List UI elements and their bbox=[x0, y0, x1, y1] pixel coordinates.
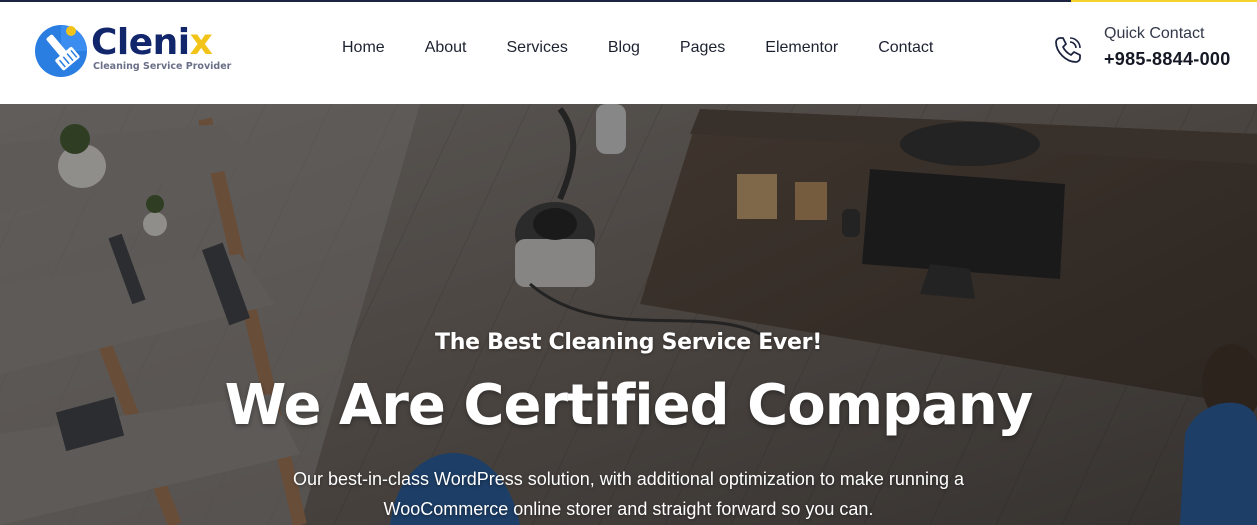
nav-item-blog[interactable]: Blog bbox=[608, 38, 640, 58]
phone-icon bbox=[1055, 37, 1081, 63]
nav-item-pages[interactable]: Pages bbox=[680, 38, 725, 58]
brand-name-text: Clenix bbox=[91, 22, 213, 63]
quick-contact[interactable]: Quick Contact +985-8844-000 bbox=[1052, 22, 1257, 78]
nav-item-elementor[interactable]: Elementor bbox=[765, 38, 838, 58]
brand-tagline: Cleaning Service Provider bbox=[93, 61, 232, 72]
hero-banner: The Best Cleaning Service Ever! We Are C… bbox=[0, 104, 1257, 525]
hero-title: We Are Certified Company bbox=[224, 373, 1034, 438]
site-header: Clenix Cleaning Service Provider Home Ab… bbox=[0, 2, 1257, 104]
brand-name-accent-letter: x bbox=[189, 22, 213, 63]
nav-item-contact[interactable]: Contact bbox=[878, 38, 933, 58]
broom-icon bbox=[35, 25, 87, 77]
hero-description-line-2: WooCommerce online storer and straight f… bbox=[383, 499, 874, 519]
nav-item-services[interactable]: Services bbox=[507, 38, 568, 58]
brand-logo[interactable]: Clenix Cleaning Service Provider bbox=[35, 21, 232, 77]
quick-contact-label: Quick Contact bbox=[1104, 25, 1205, 42]
hero-background-image bbox=[0, 104, 1257, 525]
nav-item-about[interactable]: About bbox=[425, 38, 467, 58]
hero-description: Our best-in-class WordPress solution, wi… bbox=[0, 464, 1257, 524]
brand-name: Clenix bbox=[91, 21, 213, 65]
quick-contact-phone[interactable]: +985-8844-000 bbox=[1104, 49, 1231, 70]
main-nav: Home About Services Blog Pages Elementor… bbox=[342, 38, 933, 58]
hero-kicker: The Best Cleaning Service Ever! bbox=[435, 330, 822, 355]
hero-description-line-1: Our best-in-class WordPress solution, wi… bbox=[293, 469, 964, 489]
nav-item-home[interactable]: Home bbox=[342, 38, 385, 58]
